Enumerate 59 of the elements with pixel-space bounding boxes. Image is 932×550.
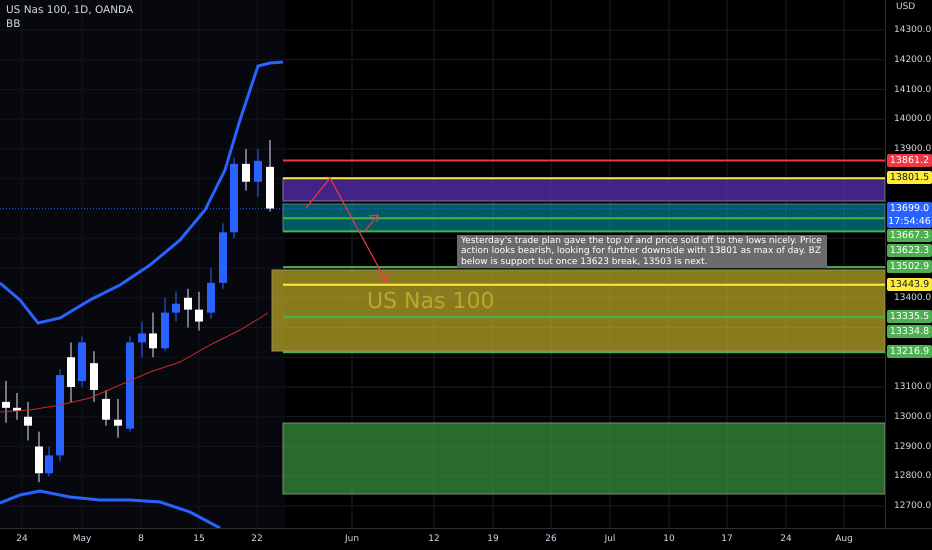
price-tag: 13335.5 (887, 310, 932, 323)
date-tick: Aug (834, 534, 854, 544)
price-tick: 12900.0 (894, 440, 932, 454)
price-tick: 13400.0 (894, 292, 932, 305)
date-tick: 17 (720, 534, 734, 544)
candle (24, 401, 32, 442)
price-tick: 12800.0 (894, 470, 932, 484)
date-tick: 22 (250, 534, 264, 544)
candle (149, 312, 157, 358)
date-tick: Jun (344, 534, 360, 544)
price-tick: 13900.0 (894, 143, 932, 156)
price-tick: 14000.0 (894, 113, 932, 126)
candle (102, 389, 110, 426)
price-tag: 13623.3 (887, 244, 932, 257)
candle (254, 148, 262, 198)
date-tick: 24 (15, 534, 29, 544)
price-tick: 14100.0 (894, 84, 932, 96)
candle (138, 321, 146, 358)
candle (13, 392, 21, 420)
price-tick: 14300.0 (894, 24, 932, 37)
price-tag: 13502.9 (887, 260, 932, 274)
candle (67, 342, 75, 402)
price-tick: 13000.0 (894, 410, 932, 424)
candle (207, 268, 215, 320)
price-tick: 12700.0 (894, 500, 932, 513)
indicator-label: BB (6, 17, 22, 31)
candle (195, 291, 203, 331)
date-tick: Jul (603, 534, 616, 544)
date-tick: 24 (779, 534, 793, 544)
date-tick: 10 (662, 534, 676, 544)
trade-note: Yesterday's trade plan gave the top of and price sold off to the lows nicely. Price action looks bearish, looking for further downside with 13801 as max of day. BZ below is support but once 13623 break, 13503 is next. (457, 235, 827, 268)
candle (45, 446, 53, 477)
date-tick: 8 (137, 534, 145, 544)
price-tag: 13801.5 (887, 171, 932, 184)
price-tag: 13861.2 (887, 154, 932, 167)
candle (161, 297, 169, 352)
price-tag: 13699.0 17:54:46 (887, 202, 932, 228)
symbol-title: US Nas 100, 1D, OANDA (6, 3, 134, 17)
candle (184, 288, 192, 328)
candle (242, 148, 250, 192)
candle (90, 350, 98, 402)
price-tick: 13100.0 (894, 381, 932, 394)
price-tag: 13667.3 (887, 228, 932, 242)
date-tick: 12 (427, 534, 441, 544)
currency-label: USD (896, 2, 916, 12)
date-tick: May (72, 534, 92, 544)
candle (219, 222, 227, 290)
date-tick: 19 (486, 534, 500, 544)
candle (78, 336, 86, 388)
price-tag: 13216.9 (887, 345, 932, 358)
candle (172, 291, 180, 322)
price-tick: 14200.0 (894, 54, 932, 67)
candle (35, 431, 43, 483)
price-tag: 13443.9 (887, 278, 932, 291)
date-tick: 26 (544, 534, 558, 544)
candle (114, 398, 122, 438)
candle (2, 380, 10, 424)
date-tick: 15 (192, 534, 206, 544)
price-tag: 13334.8 (887, 324, 932, 338)
